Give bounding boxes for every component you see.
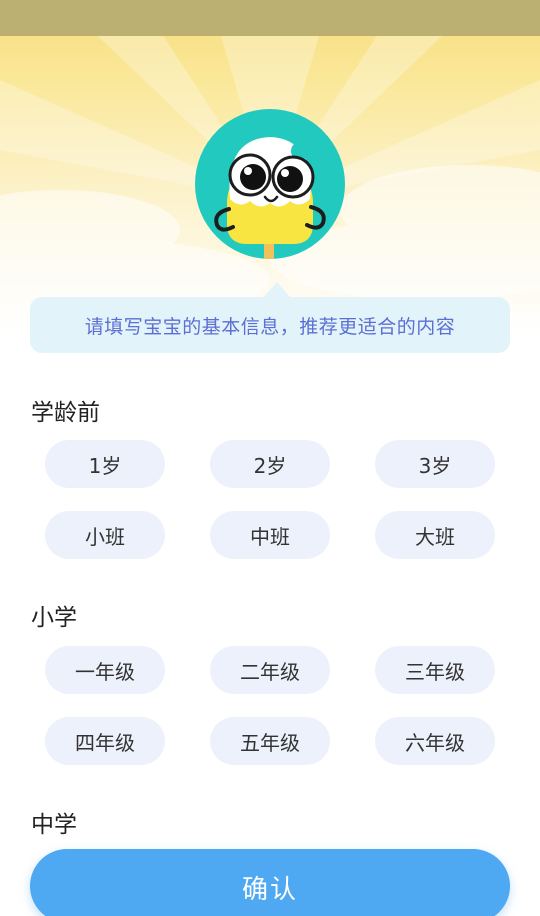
option-chip-grade-3[interactable]: 三年级 xyxy=(375,646,495,694)
option-chip-grade-4[interactable]: 四年级 xyxy=(45,717,165,765)
option-chip-grade-1[interactable]: 一年级 xyxy=(45,646,165,694)
tip-bubble-pointer xyxy=(263,282,291,298)
option-chip-grade-2[interactable]: 二年级 xyxy=(210,646,330,694)
ice-cream-mascot-icon xyxy=(214,137,326,259)
status-bar xyxy=(0,0,540,36)
section-title-preschool: 学龄前 xyxy=(31,400,100,426)
section-title-primary: 小学 xyxy=(31,605,77,631)
tip-bubble: 请填写宝宝的基本信息，推荐更适合的内容 xyxy=(30,297,510,353)
confirm-button-label: 确认 xyxy=(241,875,298,905)
option-chip-age-2[interactable]: 2岁 xyxy=(210,440,330,488)
option-chip-middle-class[interactable]: 中班 xyxy=(210,511,330,559)
mascot-avatar xyxy=(195,109,345,259)
option-chip-junior-class[interactable]: 小班 xyxy=(45,511,165,559)
option-chip-senior-class[interactable]: 大班 xyxy=(375,511,495,559)
confirm-button[interactable]: 确认 xyxy=(30,849,510,916)
option-chip-grade-5[interactable]: 五年级 xyxy=(210,717,330,765)
option-chip-age-1[interactable]: 1岁 xyxy=(45,440,165,488)
tip-text: 请填写宝宝的基本信息，推荐更适合的内容 xyxy=(84,315,456,338)
option-chip-age-3[interactable]: 3岁 xyxy=(375,440,495,488)
option-chip-grade-6[interactable]: 六年级 xyxy=(375,717,495,765)
section-title-secondary: 中学 xyxy=(31,812,77,838)
